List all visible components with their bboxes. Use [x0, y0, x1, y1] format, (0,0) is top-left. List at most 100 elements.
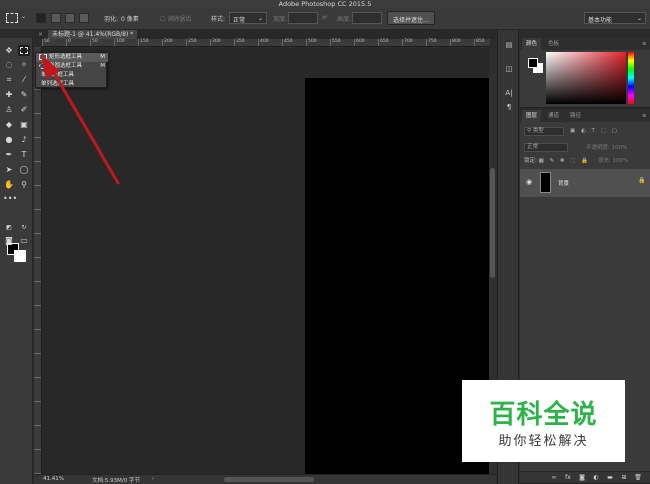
document-tab-bar: × 未标题-1 @ 41.4%(RGB/8) *	[34, 30, 496, 39]
gradient-tool-icon[interactable]: ▣	[18, 119, 30, 130]
feather-input[interactable]: 0 像素	[121, 14, 139, 23]
fx-icon[interactable]: fx	[564, 474, 572, 482]
intersect-selection-button[interactable]	[79, 13, 89, 23]
trash-icon[interactable]: 🗑	[634, 474, 642, 482]
height-input[interactable]	[352, 12, 382, 24]
layer-thumbnail	[540, 172, 551, 193]
link-icon[interactable]: ∞	[550, 474, 558, 482]
panel-menu-icon[interactable]: ≡	[638, 110, 650, 122]
width-label: 宽度:	[273, 16, 288, 23]
mask-icon[interactable]: ◙	[578, 474, 586, 482]
tab-color[interactable]: 颜色	[522, 38, 542, 50]
dodge-tool-icon[interactable]: ♪	[18, 134, 30, 145]
color-picker-field[interactable]	[546, 52, 626, 104]
width-input[interactable]	[288, 12, 318, 24]
tab-layers[interactable]: 图层	[522, 110, 542, 122]
move-tool-icon[interactable]: ✥	[3, 45, 15, 56]
default-colors-icon[interactable]: ◩	[3, 222, 15, 233]
quick-mask-icon[interactable]: ◙	[3, 235, 15, 246]
select-and-mask-button[interactable]: 选择并遮住...	[387, 11, 435, 25]
chevron-right-icon[interactable]: ›	[152, 476, 154, 482]
new-selection-button[interactable]	[36, 13, 46, 23]
eraser-tool-icon[interactable]: ◆	[3, 119, 15, 130]
flyout-item-single-row-marquee[interactable]: 单行选框工具	[36, 71, 108, 80]
marquee-tool-icon[interactable]	[18, 45, 30, 56]
chevron-down-icon[interactable]: ⌄	[21, 13, 26, 20]
flyout-item-label: 椭圆选框工具	[49, 63, 83, 69]
document-tab[interactable]: 未标题-1 @ 41.4%(RGB/8) *	[48, 30, 138, 39]
ruler-tick: 850	[476, 39, 485, 44]
shape-tool-icon[interactable]: ◯	[18, 164, 30, 175]
swap-icon[interactable]: ⇄	[322, 14, 327, 21]
app-title: Adobe Photoshop CC 2015.5	[278, 0, 372, 8]
flyout-item-rectangular-marquee[interactable]: 矩形选框工具 M	[36, 53, 108, 62]
lasso-tool-icon[interactable]: ◌	[3, 59, 15, 70]
hand-tool-icon[interactable]: ✋	[3, 179, 15, 190]
lock-icons[interactable]: ▦ ✎ ✥ ⬚ 🔒	[539, 158, 590, 164]
character-panel-icon[interactable]: A|	[504, 88, 514, 98]
antialias-checkbox[interactable]: ☐ 消除锯齿	[160, 14, 191, 23]
flyout-item-single-column-marquee[interactable]: 单列选框工具	[36, 80, 108, 89]
style-select[interactable]: 正常 ⌄	[229, 12, 267, 24]
ruler-tick: 700	[404, 39, 413, 44]
flyout-item-shortcut: M	[100, 63, 105, 69]
ruler-tick: 650	[380, 39, 389, 44]
workspace-select[interactable]: 基本功能 ⌄	[584, 12, 646, 24]
tab-paths[interactable]: 路径	[566, 110, 585, 122]
layer-row[interactable]: ◉ 背景 🔒	[520, 169, 650, 197]
adjustment-icon[interactable]: ◐	[592, 474, 600, 482]
marquee-tool-preset-icon[interactable]	[6, 13, 18, 23]
swap-colors-icon[interactable]: ↻	[18, 222, 30, 233]
opacity-control[interactable]: 不透明度: 100%	[586, 143, 627, 153]
blend-mode-select[interactable]: 正常	[524, 143, 568, 152]
clone-stamp-tool-icon[interactable]: ♙	[3, 104, 15, 115]
hue-slider[interactable]	[628, 52, 634, 104]
add-selection-button[interactable]	[51, 13, 61, 23]
magic-wand-tool-icon[interactable]: ✧	[18, 59, 30, 70]
flyout-item-elliptical-marquee[interactable]: 椭圆选框工具 M	[36, 62, 108, 71]
tab-channels[interactable]: 通道	[544, 110, 563, 122]
elliptical-marquee-icon	[39, 63, 47, 69]
history-panel-icon[interactable]: ▤	[504, 40, 514, 50]
background-color-swatch[interactable]	[14, 250, 26, 262]
more-tools-icon[interactable]: •••	[3, 193, 17, 204]
history-brush-tool-icon[interactable]: ✐	[18, 104, 30, 115]
brush-tool-icon[interactable]: ✎	[18, 89, 30, 100]
rectangular-marquee-icon	[39, 54, 47, 60]
ruler-tick: 50	[44, 39, 50, 44]
group-icon[interactable]: ▬	[606, 474, 614, 482]
document-info: 文档:5.93M/0 字节	[92, 478, 140, 484]
paragraph-panel-icon[interactable]: ¶	[504, 102, 514, 112]
subtract-selection-button[interactable]	[65, 13, 75, 23]
panel-menu-icon[interactable]: ≡	[638, 38, 650, 50]
pen-tool-icon[interactable]: ✒	[3, 149, 15, 160]
tab-swatches[interactable]: 色板	[544, 38, 563, 50]
path-selection-tool-icon[interactable]: ➤	[3, 164, 15, 175]
zoom-level[interactable]: 41.41%	[43, 476, 64, 482]
layer-kind-filter[interactable]: ⚲ 类型	[524, 127, 564, 136]
watermark-badge: 百科全说 助你轻松解决	[462, 380, 625, 462]
horizontal-scrollbar-thumb[interactable]	[224, 477, 314, 482]
screen-mode-icon[interactable]: ▭	[18, 235, 30, 246]
fill-control[interactable]: 填充: 100%	[598, 156, 628, 166]
workspace-value: 基本功能	[588, 17, 613, 24]
eye-icon[interactable]: ◉	[526, 178, 532, 186]
toolbox: ✥ ◌ ✧ ⌗ ⁄ ✚ ✎ ♙ ✐ ◆ ▣ ● ♪ ✒ T ➤ ◯ ✋ ⚲ ••…	[0, 38, 33, 484]
blur-tool-icon[interactable]: ●	[3, 134, 15, 145]
ruler-tick: 150	[140, 39, 149, 44]
chevron-down-icon: ⌄	[636, 15, 642, 22]
zoom-tool-icon[interactable]: ⚲	[18, 179, 30, 190]
close-icon[interactable]: ×	[38, 30, 43, 39]
scrollbar-thumb[interactable]	[490, 168, 495, 278]
type-tool-icon[interactable]: T	[18, 149, 30, 160]
new-layer-icon[interactable]: ⊞	[620, 474, 628, 482]
lock-row: 锁定: ▦ ✎ ✥ ⬚ 🔒	[524, 156, 590, 166]
layer-filter-icons[interactable]: ▣ ◐ T ⬚ ▢	[570, 126, 619, 136]
eyedropper-tool-icon[interactable]: ⁄	[18, 74, 30, 85]
ruler-tick: 450	[284, 39, 293, 44]
foreground-color-chip[interactable]	[528, 58, 538, 68]
healing-brush-tool-icon[interactable]: ✚	[3, 89, 15, 100]
properties-panel-icon[interactable]: ◫	[504, 64, 514, 74]
ruler-tick: 600	[356, 39, 365, 44]
crop-tool-icon[interactable]: ⌗	[3, 74, 15, 85]
